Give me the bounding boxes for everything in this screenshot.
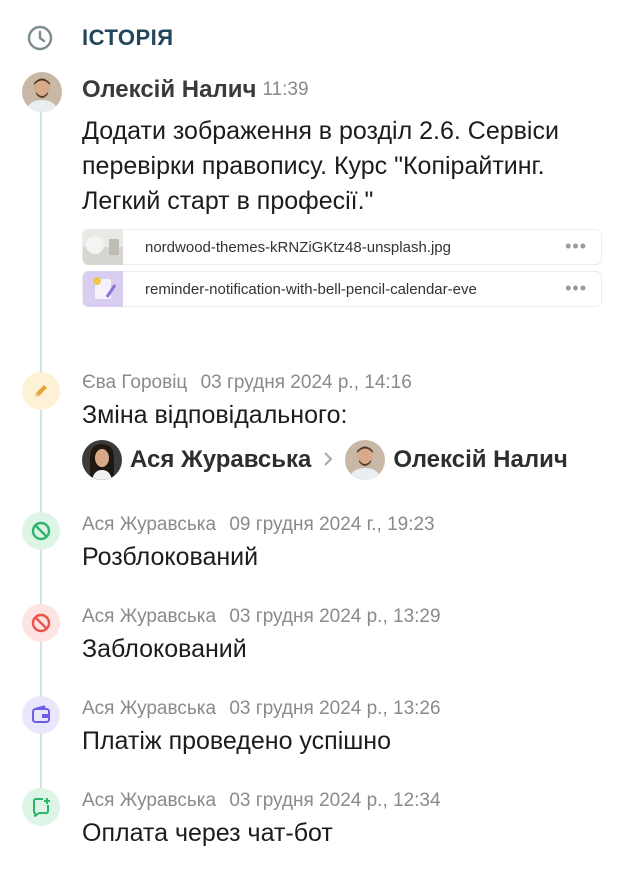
event-author[interactable]: Ася Журавська: [82, 606, 216, 627]
payment-entry: Ася Журавська 03 грудня 2024 р., 13:26 П…: [22, 696, 614, 758]
pencil-icon: [22, 372, 60, 410]
event-author[interactable]: Єва Горовіц: [82, 372, 187, 393]
more-options-icon[interactable]: •••: [565, 278, 587, 299]
file-thumbnail: [83, 229, 123, 265]
event-author[interactable]: Ася Журавська: [82, 698, 216, 719]
unblock-icon: [22, 512, 60, 550]
event-text: Заблокований: [82, 635, 247, 663]
assignee-change: Ася Журавська Олексій Налич: [82, 438, 614, 482]
event-meta: Єва Горовіц 03 грудня 2024 р., 14:16: [82, 370, 614, 396]
event-meta: Ася Журавська 03 грудня 2024 р., 13:26: [82, 696, 614, 722]
previous-assignee[interactable]: Ася Журавська: [130, 446, 311, 474]
chat-add-icon: [22, 788, 60, 826]
event-meta: Ася Журавська 03 грудня 2024 р., 12:34: [82, 788, 614, 814]
event-author[interactable]: Ася Журавська: [82, 514, 216, 535]
file-name: reminder-notification-with-bell-pencil-c…: [145, 280, 477, 298]
new-assignee[interactable]: Олексій Налич: [393, 446, 567, 474]
event-author[interactable]: Ася Журавська: [82, 790, 216, 811]
attachment-file[interactable]: reminder-notification-with-bell-pencil-c…: [82, 271, 602, 307]
event-meta: Ася Журавська 03 грудня 2024 р., 13:29: [82, 604, 614, 630]
event-date: 09 грудня 2024 г., 19:23: [229, 514, 435, 535]
assignee-change-entry: Єва Горовіц 03 грудня 2024 р., 14:16 Змі…: [22, 370, 614, 482]
avatar[interactable]: [345, 440, 386, 480]
event-text: Зміна відповідального:: [82, 401, 348, 429]
attachment-file[interactable]: nordwood-themes-kRNZiGKtz48-unsplash.jpg…: [82, 229, 602, 265]
clock-icon: [22, 20, 58, 56]
avatar[interactable]: [22, 72, 62, 112]
comment-author[interactable]: Олексій Налич: [82, 76, 256, 104]
avatar[interactable]: [82, 440, 122, 480]
event-text: Розблокований: [82, 543, 259, 571]
event-text: Оплата через чат-бот: [82, 819, 333, 847]
blocked-entry: Ася Журавська 03 грудня 2024 р., 13:29 З…: [22, 604, 614, 666]
comment-text: Додати зображення в розділ 2.6. Сервіси …: [82, 117, 559, 215]
comment-time: 11:39: [262, 79, 309, 100]
event-date: 03 грудня 2024 р., 14:16: [200, 372, 412, 393]
event-meta: Ася Журавська 09 грудня 2024 г., 19:23: [82, 512, 614, 538]
event-date: 03 грудня 2024 р., 13:29: [229, 606, 441, 627]
section-title: ІСТОРІЯ: [82, 25, 174, 50]
chevron-right-icon: [323, 447, 333, 473]
unblocked-entry: Ася Журавська 09 грудня 2024 г., 19:23 Р…: [22, 512, 614, 574]
chatbot-payment-entry: Ася Журавська 03 грудня 2024 р., 12:34 О…: [22, 788, 614, 850]
event-date: 03 грудня 2024 р., 13:26: [229, 698, 441, 719]
file-thumbnail: [83, 271, 123, 307]
history-header: ІСТОРІЯ: [22, 20, 174, 56]
comment-entry: Олексій Налич 11:39 Додати зображення в …: [22, 70, 614, 307]
event-text: Платіж проведено успішно: [82, 727, 392, 755]
event-date: 03 грудня 2024 р., 12:34: [229, 790, 441, 811]
block-icon: [22, 604, 60, 642]
file-name: nordwood-themes-kRNZiGKtz48-unsplash.jpg: [145, 238, 451, 256]
more-options-icon[interactable]: •••: [565, 236, 587, 257]
wallet-icon: [22, 696, 60, 734]
